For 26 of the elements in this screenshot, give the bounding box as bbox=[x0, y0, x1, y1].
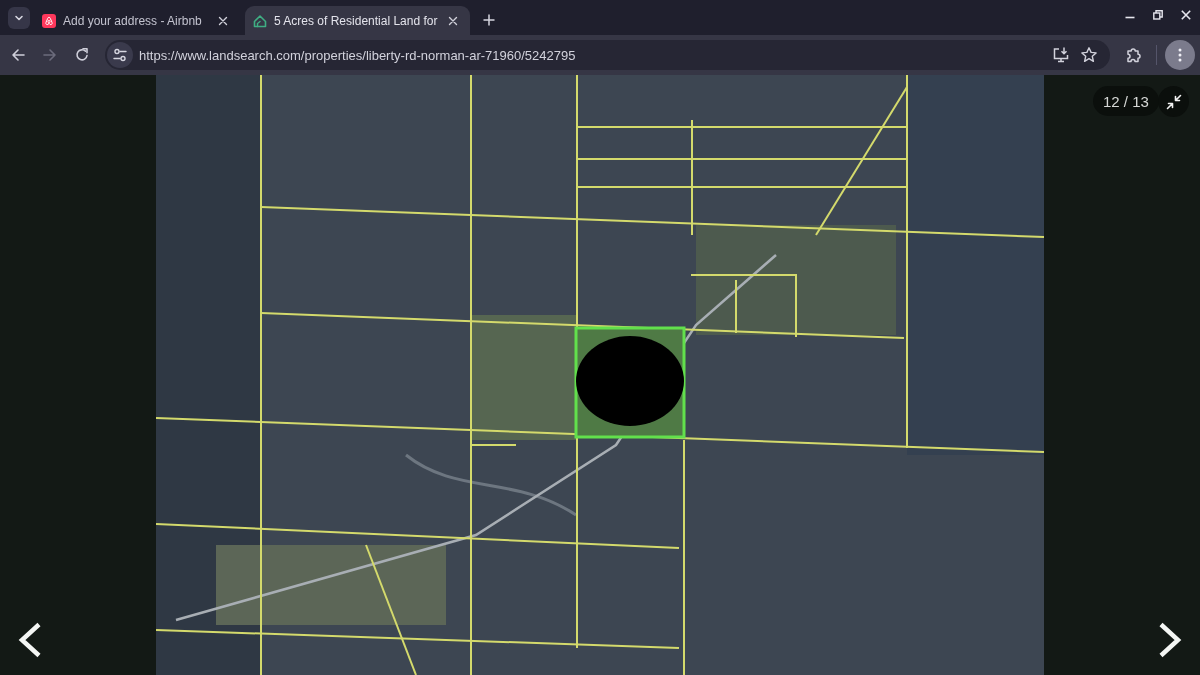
browser-tab[interactable]: Add your address - Airbnb bbox=[34, 6, 240, 35]
image-counter: 12 / 13 bbox=[1093, 86, 1159, 116]
app-logo-icon bbox=[42, 13, 56, 28]
star-icon bbox=[1080, 46, 1098, 64]
restore-icon bbox=[1153, 10, 1163, 20]
chevron-right-icon bbox=[1158, 622, 1182, 658]
close-icon bbox=[218, 15, 228, 26]
close-icon bbox=[448, 15, 459, 26]
address-bar[interactable]: https://www.landsearch.com/properties/liberty-rd-norman-ar-71960/5242795 bbox=[105, 40, 1110, 70]
close-icon bbox=[1181, 10, 1191, 20]
chevron-left-icon bbox=[18, 622, 42, 658]
chevron-down-icon bbox=[14, 13, 24, 23]
arrow-right-icon bbox=[42, 47, 58, 63]
house-icon bbox=[253, 13, 267, 28]
site-settings-button[interactable] bbox=[107, 42, 133, 68]
exit-fullscreen-button[interactable] bbox=[1158, 86, 1189, 117]
arrow-left-icon bbox=[10, 47, 26, 63]
browser-tab[interactable]: 5 Acres of Residential Land for bbox=[245, 6, 471, 35]
puzzle-icon bbox=[1125, 46, 1143, 64]
monitor-download-icon bbox=[1052, 46, 1070, 64]
tab-search-button[interactable] bbox=[8, 7, 30, 29]
collapse-arrows-icon bbox=[1165, 93, 1182, 110]
reload-icon bbox=[74, 47, 90, 63]
sliders-icon bbox=[112, 47, 128, 63]
plus-icon bbox=[483, 14, 496, 26]
menu-button[interactable] bbox=[1165, 40, 1195, 70]
